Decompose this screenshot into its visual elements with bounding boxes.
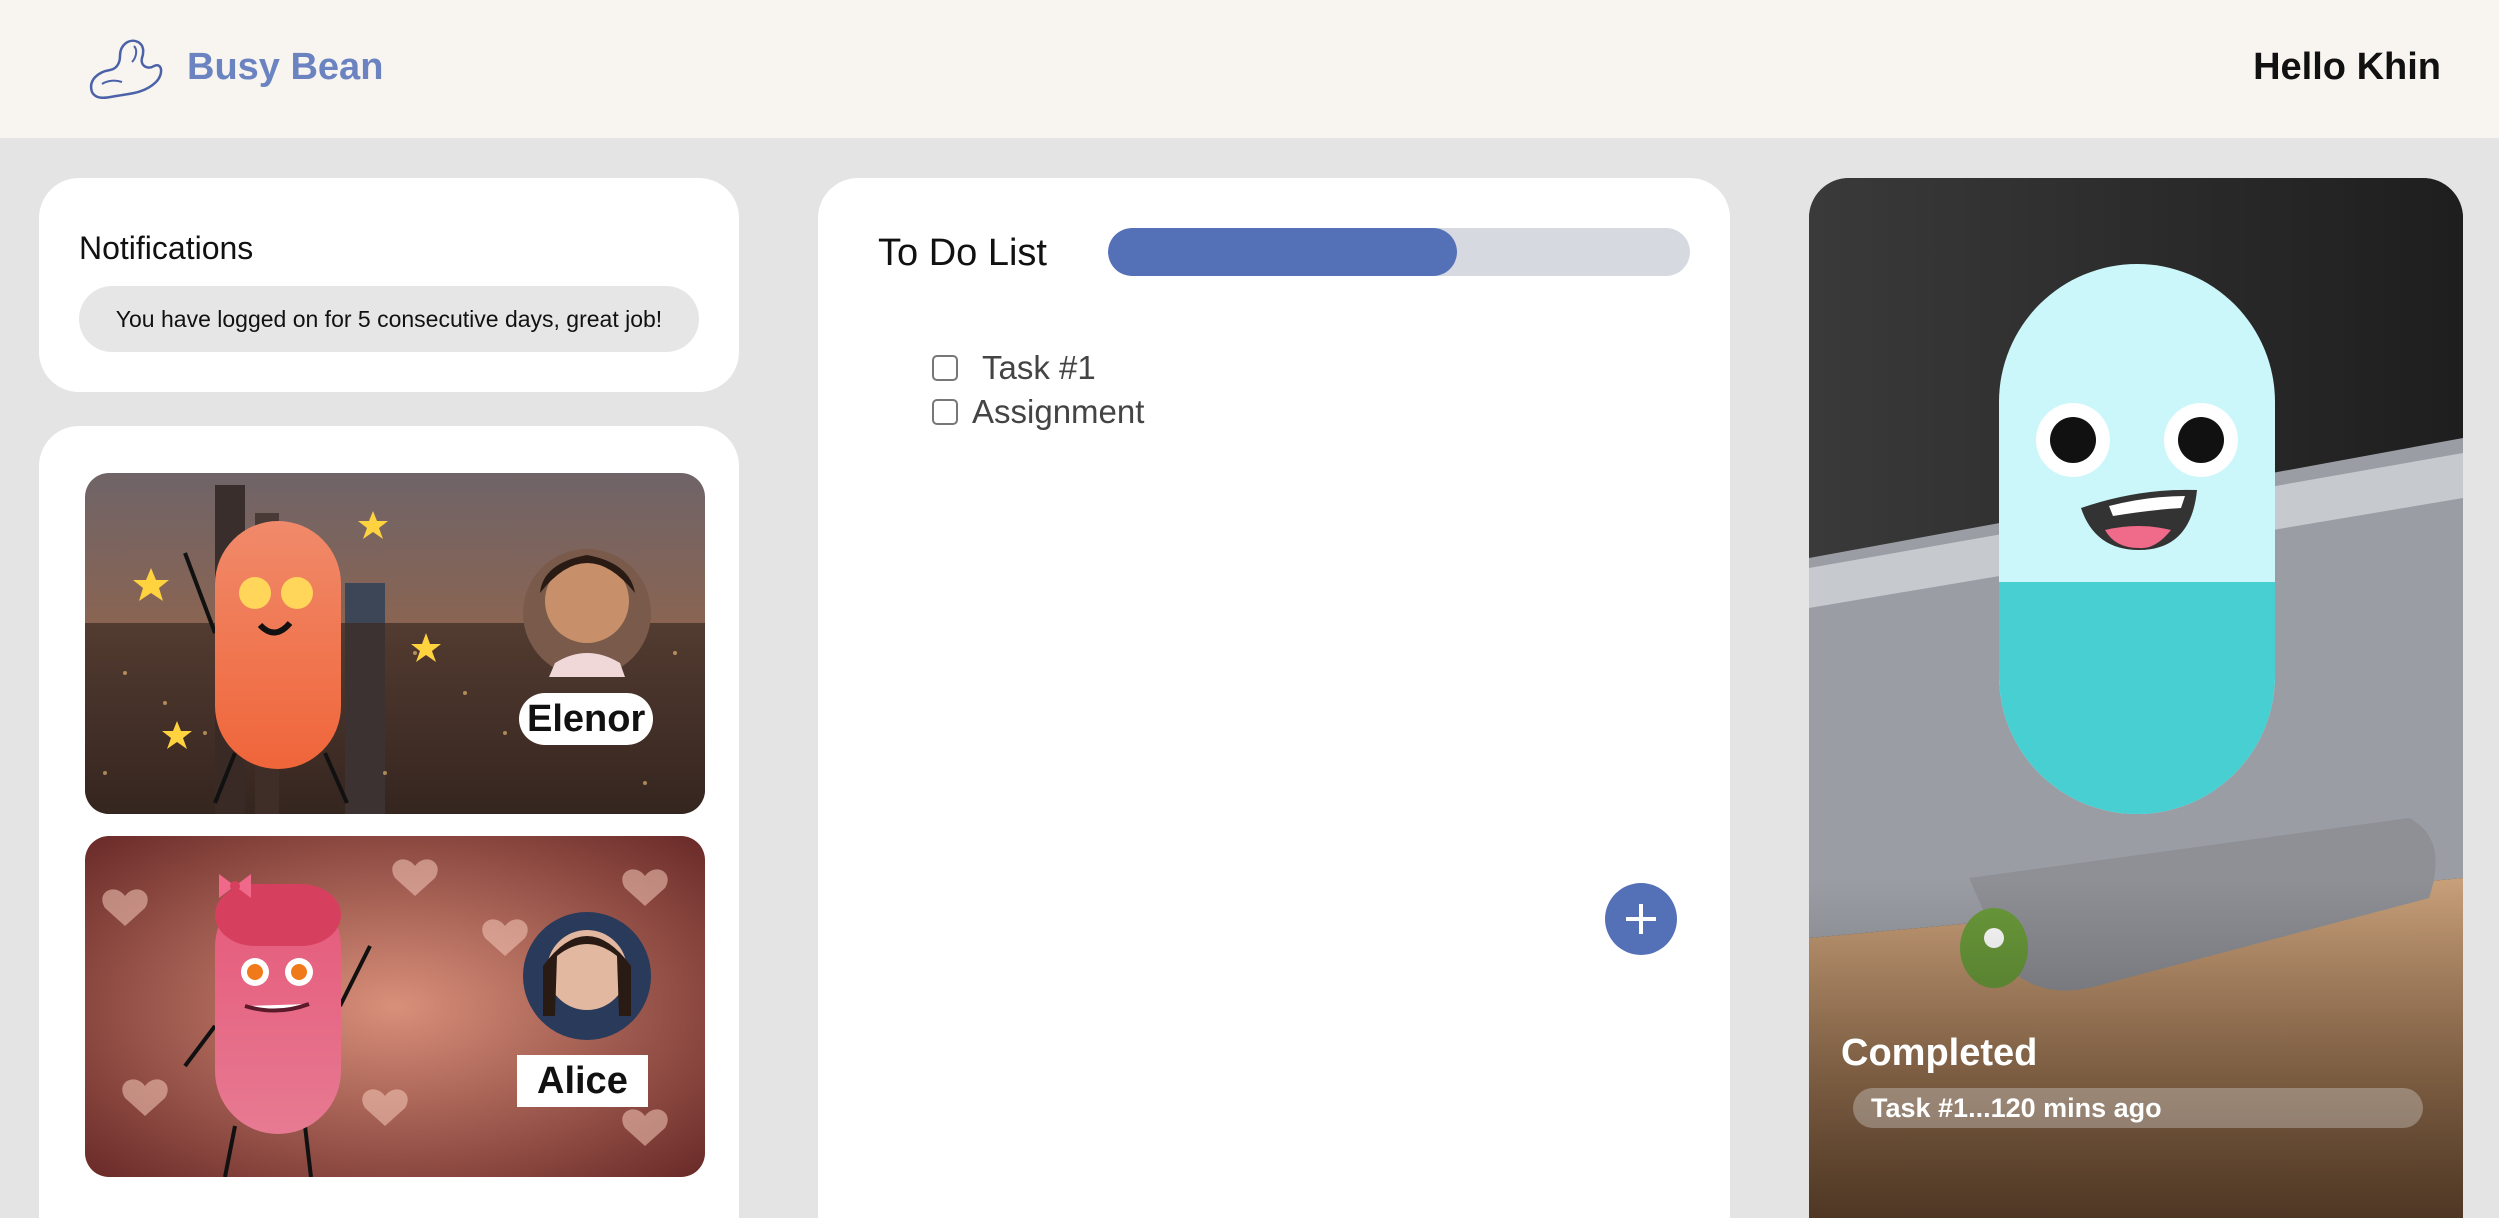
hearts-background-image [85,836,705,1177]
completed-panel: Completed Task #1...120 mins ago [1809,178,2463,1218]
notification-message: You have logged on for 5 consecutive day… [79,286,699,352]
task-label: Assignment [972,393,1145,430]
notifications-title: Notifications [79,230,254,266]
task-checkbox[interactable] [932,399,958,425]
task-label: Task #1 [982,349,1096,386]
friend-name: Alice [517,1055,648,1107]
bean-logo-icon[interactable] [86,36,164,102]
task-item[interactable]: Task #1 [932,348,1096,388]
todo-progress-bar [1108,228,1690,276]
user-greeting: Hello Khin [2253,46,2441,88]
completed-title: Completed [1841,1032,2038,1074]
todo-title: To Do List [878,232,1047,274]
friend-name: Elenor [519,693,654,745]
task-checkbox[interactable] [932,355,958,381]
friend-card-alice[interactable]: Alice [85,836,705,1177]
todo-progress-fill [1108,228,1458,276]
add-task-button[interactable] [1605,883,1677,955]
notifications-panel: Notifications You have logged on for 5 c… [39,178,739,392]
city-background-image [85,473,705,814]
task-item[interactable]: Assignment [932,392,1144,432]
completed-task-item: Task #1...120 mins ago [1853,1088,2423,1128]
top-header: Busy Bean Hello Khin [0,0,2499,138]
friends-panel: Elenor Alice [39,426,739,1218]
friend-card-elenor[interactable]: Elenor [85,473,705,814]
todo-panel: To Do List Task #1 Assignment [818,178,1730,1218]
brand-name[interactable]: Busy Bean [187,42,383,92]
